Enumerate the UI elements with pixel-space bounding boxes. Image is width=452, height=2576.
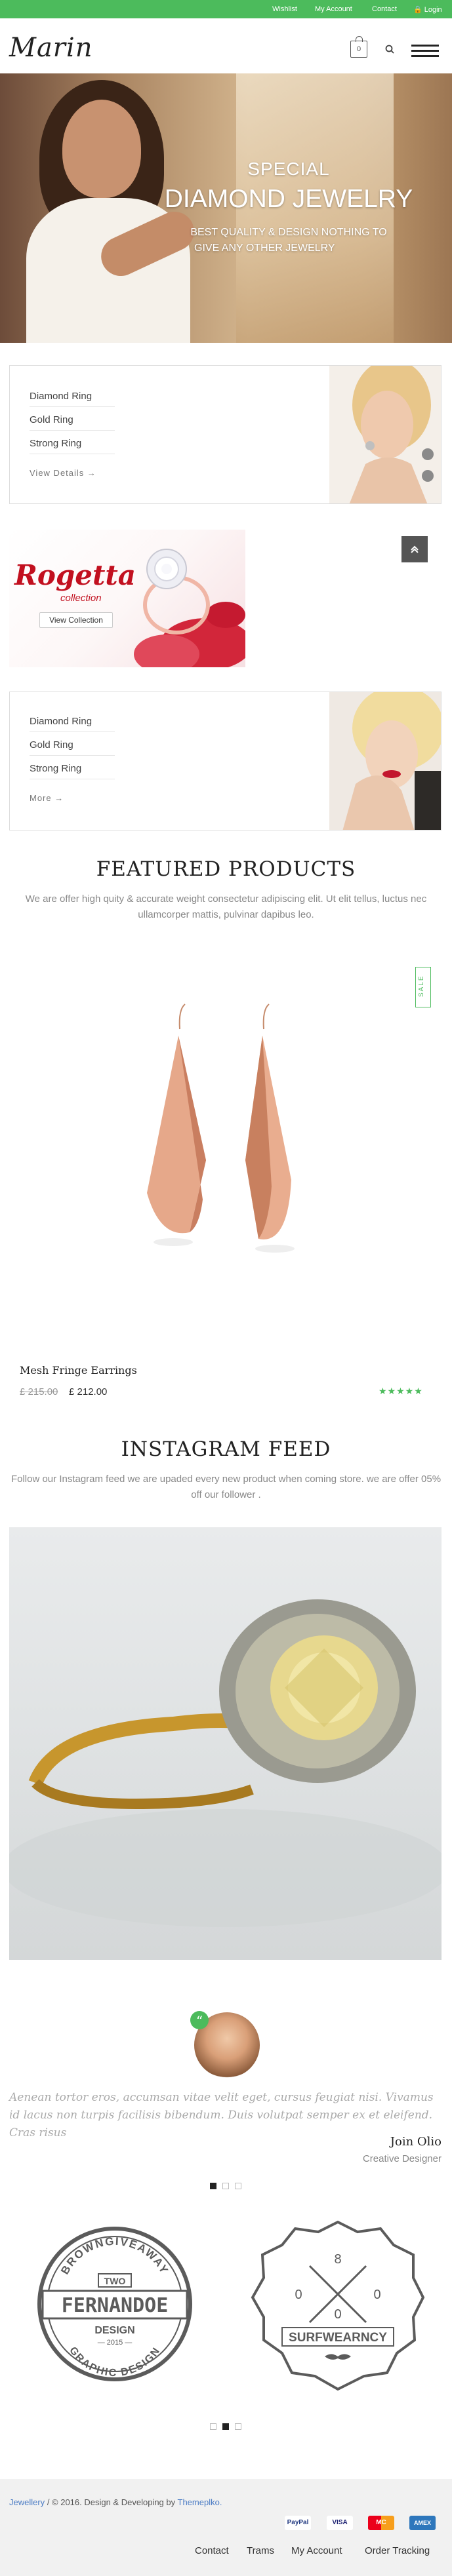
footer: Jewellery / © 2016. Design & Developing …	[0, 2479, 452, 2576]
more-link[interactable]: More →	[30, 793, 64, 803]
svg-text:— 2015 —: — 2015 —	[98, 2339, 133, 2347]
visa-icon: VISA	[327, 2516, 353, 2530]
svg-text:GRAPHIC DESIGN: GRAPHIC DESIGN	[67, 2345, 163, 2379]
svg-text:8: 8	[334, 2252, 341, 2267]
rating-stars: ★★★★★	[379, 1386, 423, 1396]
surfwearncy-logo: 8 0 0 0 SURFWEARNCY	[251, 2220, 425, 2391]
paypal-icon: PayPal	[285, 2516, 311, 2530]
search-icon[interactable]	[385, 45, 394, 54]
mastercard-icon: MC	[368, 2516, 394, 2530]
site-logo[interactable]: Marin	[9, 33, 92, 63]
testimonial-text: Aenean tortor eros, accumsan vitae velit…	[9, 2091, 434, 2139]
hero-kicker: SPECIAL	[247, 159, 330, 179]
scroll-to-top-button[interactable]	[401, 536, 428, 562]
amex-icon: AMEX	[409, 2516, 436, 2530]
view-collection-button[interactable]: View Collection	[39, 612, 113, 628]
old-price: £ 215.00	[20, 1386, 58, 1397]
carousel-dot[interactable]	[235, 2183, 241, 2189]
my-account-link[interactable]: My Account	[315, 5, 352, 13]
copyright-text: / © 2016. Design & Developing by	[47, 2497, 176, 2507]
quote-icon: “	[190, 2011, 209, 2029]
fernandoe-logo: BROWNGIVEAWAY TWO FERNANDOE DESIGN — 201…	[37, 2227, 192, 2381]
svg-text:0: 0	[334, 2307, 341, 2322]
category-link[interactable]: Diamond Ring	[30, 391, 92, 402]
sale-price: £ 212.00	[69, 1386, 108, 1397]
footer-trams-link[interactable]: Trams	[247, 2545, 274, 2556]
product-name[interactable]: Mesh Fringe Earrings	[20, 1364, 137, 1376]
ring-image	[134, 549, 245, 667]
model-photo	[329, 692, 441, 830]
svg-text:TWO: TWO	[104, 2276, 126, 2286]
svg-text:0: 0	[373, 2288, 380, 2302]
category-box: Diamond Ring Gold Ring Strong Ring More …	[9, 692, 442, 830]
divider	[30, 755, 115, 756]
site-header: Marin 0	[0, 18, 452, 73]
category-link[interactable]: Gold Ring	[30, 739, 73, 751]
category-link[interactable]: Diamond Ring	[30, 716, 92, 727]
rogetta-banner[interactable]: Rogetta collection View Collection	[9, 530, 245, 667]
svg-text:SURFWEARNCY: SURFWEARNCY	[289, 2331, 387, 2345]
rogetta-title: Rogetta	[14, 559, 136, 591]
model-photo	[329, 366, 441, 503]
chevron-up-icon	[411, 545, 419, 553]
top-bar: Wishlist My Account Contact 🔒 Login	[0, 0, 452, 18]
instagram-feed-title: INSTAGRAM FEED	[121, 1437, 331, 1461]
category-link[interactable]: Strong Ring	[30, 763, 81, 774]
testimonial-role: Creative Designer	[362, 2153, 442, 2164]
hero-subtitle: BEST QUALITY & DESIGN NOTHING TO	[190, 227, 387, 238]
login-link[interactable]: 🔒 Login	[413, 5, 442, 14]
carousel-dot[interactable]	[210, 2423, 216, 2430]
footer-order-tracking-link[interactable]: Order Tracking	[365, 2545, 430, 2556]
carousel-dot[interactable]	[210, 2183, 216, 2189]
featured-products-description: We are offer high quity & accurate weigh…	[25, 893, 427, 920]
carousel-dot[interactable]	[235, 2423, 241, 2430]
instagram-feed-description: Follow our Instagram feed we are upaded …	[10, 1473, 442, 1500]
contact-link[interactable]: Contact	[372, 5, 397, 13]
category-link[interactable]: Strong Ring	[30, 438, 81, 449]
category-box: Diamond Ring Gold Ring Strong Ring View …	[9, 365, 442, 504]
svg-text:FERNANDOE: FERNANDOE	[62, 2294, 169, 2317]
hero-title: DIAMOND JEWELRY	[164, 185, 413, 213]
svg-text:0: 0	[295, 2288, 302, 2302]
sale-badge: SALE	[415, 967, 431, 1007]
featured-products-title: FEATURED PRODUCTS	[96, 857, 356, 881]
svg-text:DESIGN: DESIGN	[94, 2325, 134, 2336]
themeplko-link[interactable]: Themeplko.	[178, 2497, 222, 2507]
divider	[30, 430, 115, 431]
testimonial-author: Join Olio	[390, 2135, 442, 2149]
hamburger-menu-icon[interactable]	[411, 45, 439, 58]
instagram-photo[interactable]	[9, 1527, 442, 1960]
wishlist-link[interactable]: Wishlist	[272, 5, 297, 13]
footer-my-account-link[interactable]: My Account	[291, 2545, 342, 2556]
divider	[30, 406, 115, 407]
category-link[interactable]: Gold Ring	[30, 414, 73, 425]
copyright: Jewellery / © 2016. Design & Developing …	[9, 2497, 222, 2507]
hero-banner[interactable]: SPECIAL DIAMOND JEWELRY BEST QUALITY & D…	[0, 73, 452, 343]
product-image[interactable]	[9, 964, 442, 1357]
carousel-dot[interactable]	[222, 2183, 229, 2189]
cart-icon[interactable]: 0	[350, 36, 367, 58]
footer-contact-link[interactable]: Contact	[195, 2545, 229, 2556]
footer-home-link[interactable]: Jewellery	[9, 2497, 45, 2507]
hero-subtitle-2: GIVE ANY OTHER JEWELRY	[194, 243, 335, 254]
view-details-link[interactable]: View Details →	[30, 468, 96, 478]
carousel-dot[interactable]	[222, 2423, 229, 2430]
rogetta-subtitle: collection	[60, 593, 102, 604]
